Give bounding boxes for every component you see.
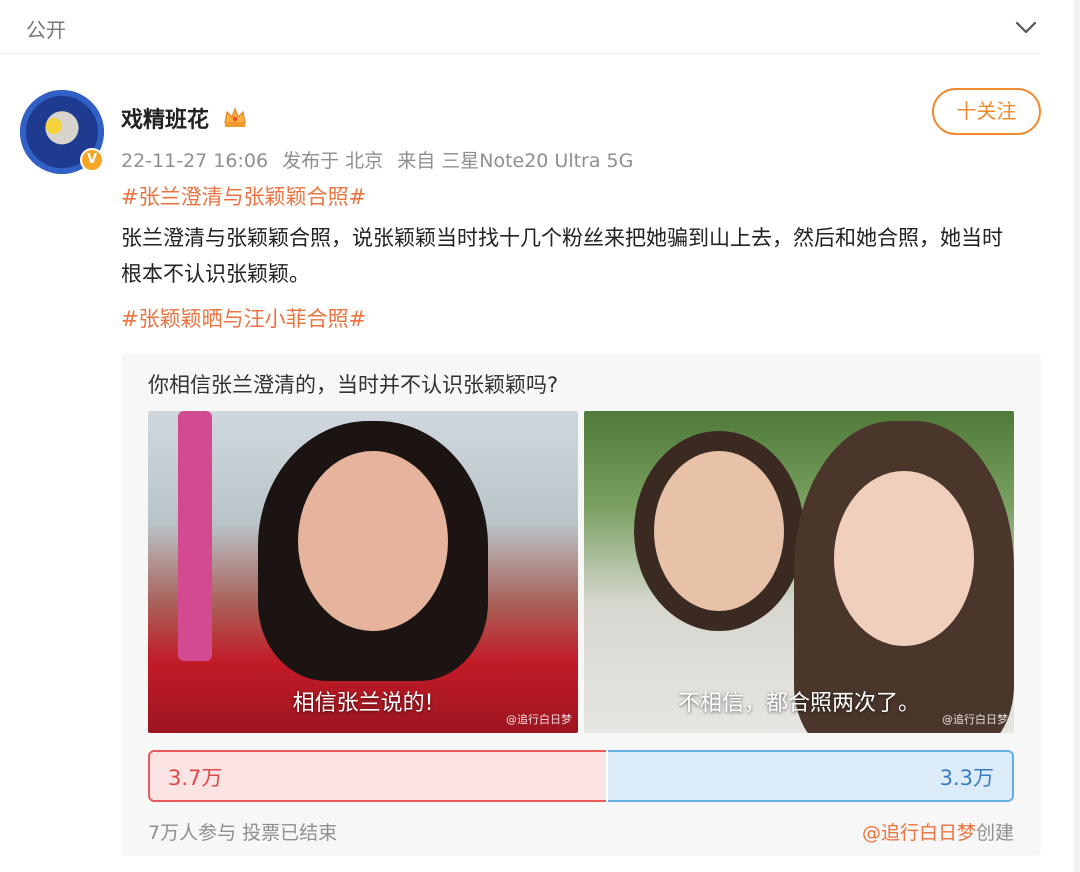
- username[interactable]: 戏精班花: [121, 102, 209, 134]
- poll-result-bar: 3.7万 3.3万: [148, 750, 1014, 802]
- chevron-down-icon[interactable]: [1013, 14, 1039, 40]
- verified-badge-icon: V: [80, 148, 104, 172]
- poll-votes-right: 3.3万: [939, 766, 994, 790]
- topic-link[interactable]: #张兰澄清与张颖颖合照#: [121, 181, 366, 211]
- poll-option-image-1[interactable]: 相信张兰说的! @追行白日梦: [148, 411, 578, 733]
- poll-creator-link[interactable]: @追行白日梦: [862, 822, 976, 844]
- visibility-label: 公开: [26, 18, 66, 42]
- post-location: 发布于 北京: [282, 150, 384, 172]
- poll-footer-left: 7万人参与 投票已结束: [148, 818, 337, 845]
- post-time[interactable]: 22-11-27 16:06: [121, 150, 268, 172]
- post-meta: 22-11-27 16:06 发布于 北京 来自 三星Note20 Ultra …: [121, 146, 641, 173]
- visibility-header: 公开: [0, 0, 1040, 54]
- post-source: 来自 三星Note20 Ultra 5G: [397, 150, 634, 172]
- post-text: 张兰澄清与张颖颖合照，说张颖颖当时找十几个粉丝来把她骗到山上去，然后和她合照，她…: [121, 226, 1003, 286]
- watermark: @追行白日梦: [942, 713, 1008, 726]
- crown-icon: [224, 107, 246, 127]
- poll-participants: 7万人参与: [148, 822, 237, 844]
- poll-status: 投票已结束: [242, 822, 338, 844]
- poll-question: 你相信张兰澄清的，当时并不认识张颖颖吗?: [148, 373, 559, 397]
- poll-card: 你相信张兰澄清的，当时并不认识张颖颖吗? 相信张兰说的! @追行白日梦 不相信，…: [121, 353, 1041, 856]
- poll-votes-left: 3.7万: [168, 766, 223, 790]
- poll-result-divider: [606, 750, 608, 802]
- poll-footer-right: @追行白日梦创建: [862, 818, 1014, 845]
- topic-link[interactable]: #张颖颖晒与汪小菲合照#: [121, 303, 366, 333]
- follow-button[interactable]: 十关注: [932, 88, 1041, 135]
- poll-option-image-2[interactable]: 不相信，都合照两次了。 @追行白日梦: [584, 411, 1014, 733]
- watermark: @追行白日梦: [506, 713, 572, 726]
- scrollbar-track[interactable]: [1074, 0, 1080, 872]
- poll-created-label: 创建: [975, 822, 1014, 844]
